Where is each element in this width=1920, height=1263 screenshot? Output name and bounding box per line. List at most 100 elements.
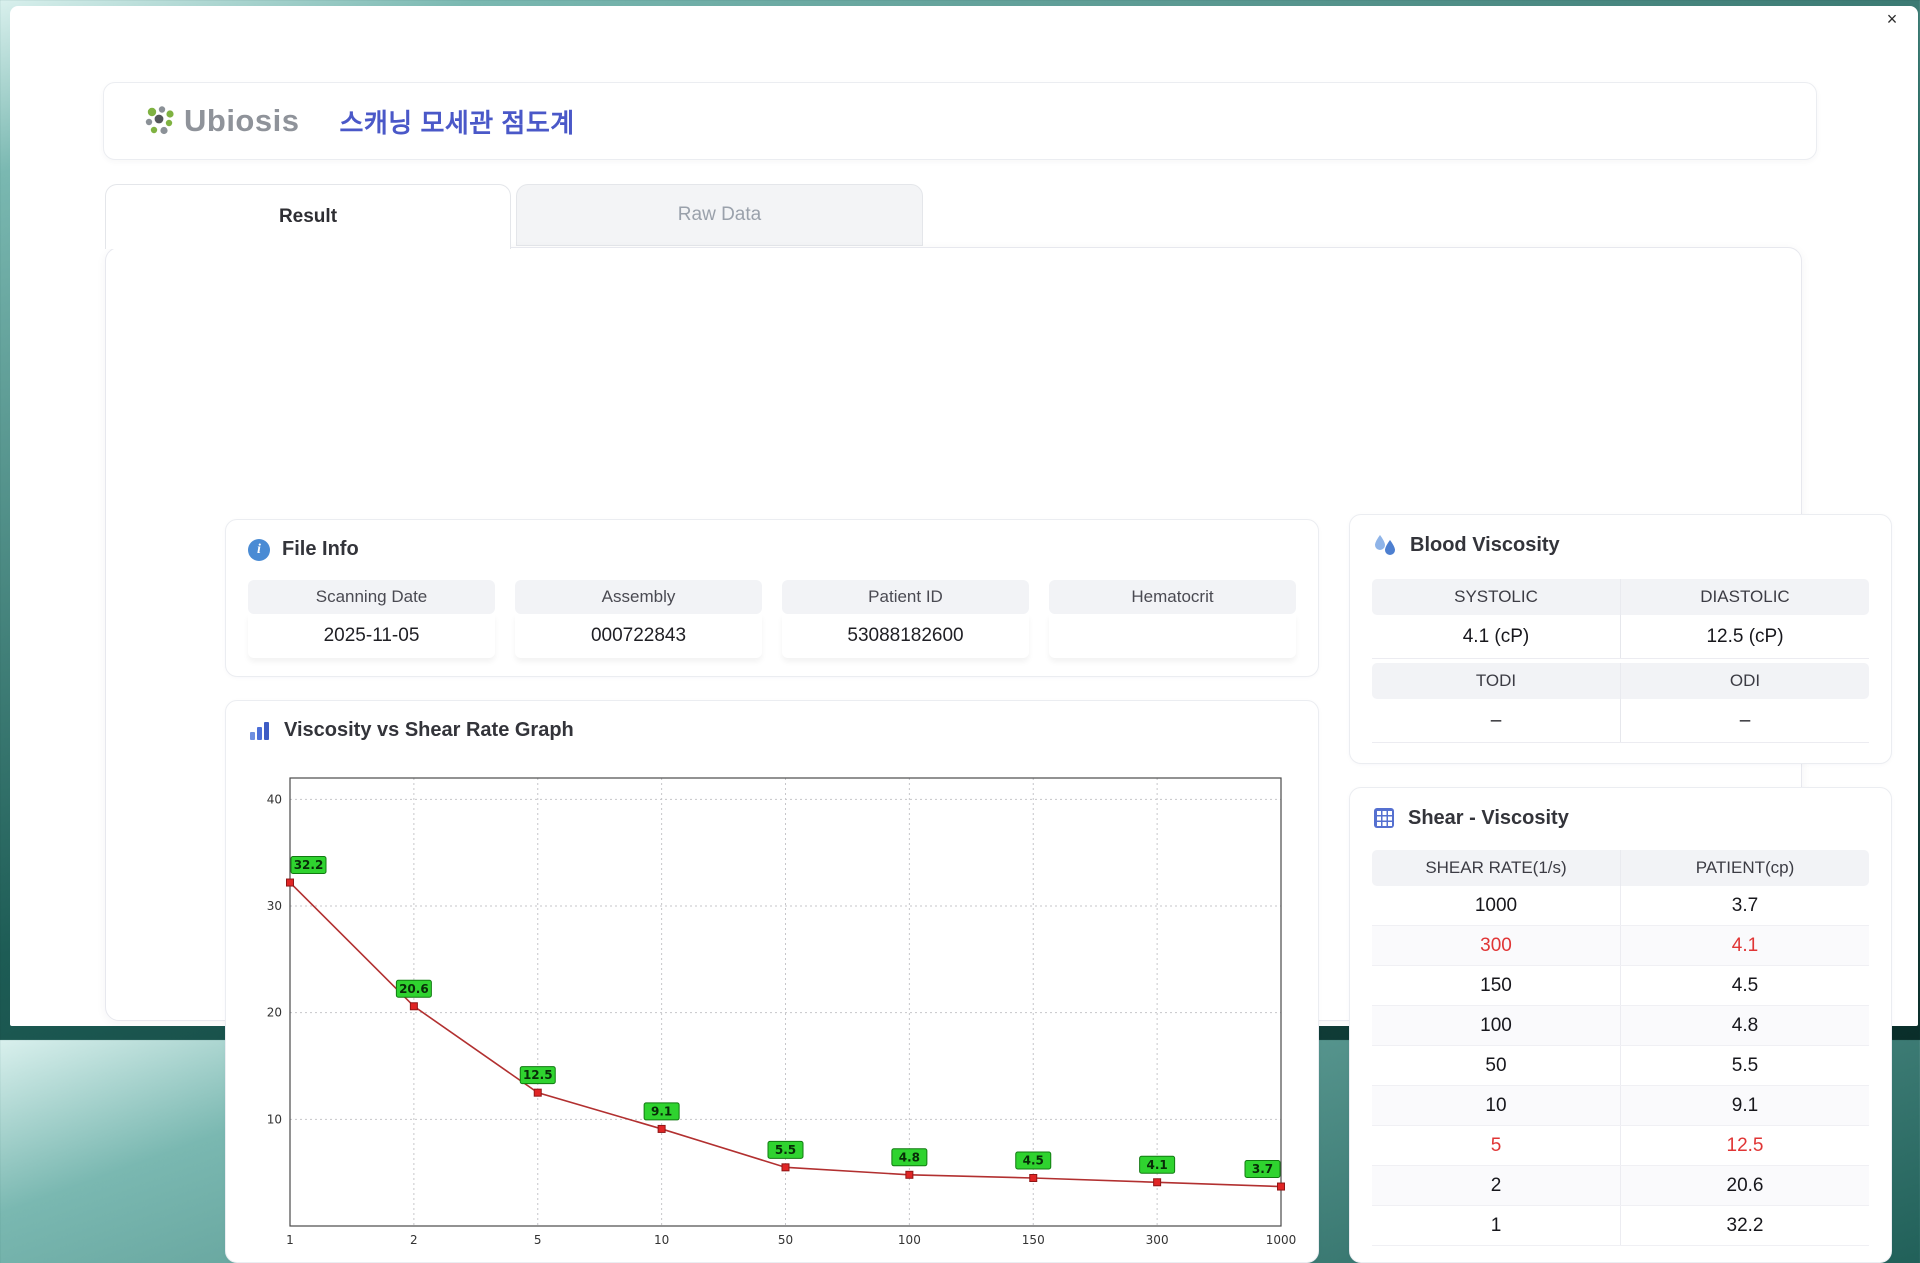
blood-viscosity-card: Blood Viscosity SYSTOLIC DIASTOLIC 4.1 (cP… bbox=[1349, 514, 1892, 764]
bv-header-cell: TODI bbox=[1372, 663, 1621, 699]
field-value: 53088182600 bbox=[782, 614, 1029, 658]
graph-title: Viscosity vs Shear Rate Graph bbox=[248, 719, 574, 742]
svg-text:40: 40 bbox=[267, 792, 282, 806]
svg-text:9.1: 9.1 bbox=[651, 1104, 672, 1118]
patient-viscosity-cell: 4.8 bbox=[1731, 1015, 1759, 1036]
bar-chart-icon bbox=[250, 721, 269, 740]
shear-rate-cell: 5 bbox=[1372, 1126, 1621, 1165]
shear-rate-cell: 150 bbox=[1372, 966, 1621, 1005]
file-info-field: Patient ID 53088182600 bbox=[782, 580, 1029, 658]
svg-text:32.2: 32.2 bbox=[294, 858, 324, 872]
bv-value-cell: – bbox=[1372, 699, 1621, 742]
shear-table-row: 150 4.5 bbox=[1372, 966, 1869, 1006]
svg-text:20: 20 bbox=[267, 1006, 282, 1020]
patient-viscosity-cell: 5.5 bbox=[1731, 1055, 1759, 1076]
patient-viscosity-cell: 9.1 bbox=[1731, 1095, 1759, 1116]
shear-table-row: 1000 3.7 bbox=[1372, 886, 1869, 926]
shear-rate-column-header: SHEAR RATE(1/s) bbox=[1372, 850, 1621, 886]
svg-text:300: 300 bbox=[1146, 1233, 1169, 1247]
shear-viscosity-title-text: Shear - Viscosity bbox=[1408, 806, 1569, 829]
field-label: Assembly bbox=[515, 580, 762, 614]
tab-raw-data[interactable]: Raw Data bbox=[516, 184, 923, 246]
patient-viscosity-cell: 20.6 bbox=[1726, 1175, 1764, 1196]
file-info-card: i File Info Scanning Date 2025-11-05 Assem… bbox=[225, 519, 1319, 677]
shear-table-header: SHEAR RATE(1/s) PATIENT(cp) bbox=[1372, 850, 1869, 886]
svg-text:10: 10 bbox=[267, 1112, 282, 1126]
logo-text: Ubiosis bbox=[184, 103, 300, 138]
bv-value-cell: 12.5 (cP) bbox=[1706, 626, 1784, 647]
svg-text:5.5: 5.5 bbox=[775, 1143, 796, 1157]
ubiosis-logo: Ubiosis bbox=[142, 103, 299, 139]
file-info-title-text: File Info bbox=[282, 538, 359, 560]
bv-header-cell: ODI bbox=[1729, 671, 1761, 690]
chart-svg: 10 20 30 40 1 2 5 10 50 100 150 300 1000 32.2 20.6 12.5… bbox=[267, 777, 1297, 1247]
svg-text:50: 50 bbox=[778, 1233, 793, 1247]
svg-text:100: 100 bbox=[898, 1233, 921, 1247]
shear-table-row: 50 5.5 bbox=[1372, 1046, 1869, 1086]
info-icon: i bbox=[248, 538, 270, 561]
blood-viscosity-title-text: Blood Viscosity bbox=[1410, 533, 1560, 556]
blood-viscosity-table: SYSTOLIC DIASTOLIC 4.1 (cP) 12.5 (cP) TODI OD… bbox=[1372, 575, 1869, 743]
shear-table-row: 2 20.6 bbox=[1372, 1166, 1869, 1206]
bv-value-cell: – bbox=[1739, 710, 1751, 731]
shear-rate-cell: 10 bbox=[1372, 1086, 1621, 1125]
file-info-field: Assembly 000722843 bbox=[515, 580, 762, 658]
bv-value-row: 4.1 (cP) 12.5 (cP) bbox=[1372, 615, 1869, 659]
viscosity-chart: 10 20 30 40 1 2 5 10 50 100 150 300 1000 32.2 20.6 12.5… bbox=[250, 756, 1306, 1261]
patient-viscosity-cell: 4.1 bbox=[1731, 935, 1759, 956]
app-window: × Ubiosis 스캐닝 모세관 점도계 Result Raw Data i bbox=[10, 6, 1918, 1263]
patient-viscosity-cell: 32.2 bbox=[1726, 1215, 1764, 1236]
bv-header-row: SYSTOLIC DIASTOLIC bbox=[1372, 579, 1869, 615]
page-title: 스캐닝 모세관 점도계 bbox=[339, 107, 575, 138]
shear-rate-cell: 2 bbox=[1372, 1166, 1621, 1205]
shear-table-row: 5 12.5 bbox=[1372, 1126, 1869, 1166]
shear-rate-cell: 300 bbox=[1372, 926, 1621, 965]
patient-viscosity-cell: 3.7 bbox=[1731, 895, 1759, 916]
field-label: Patient ID bbox=[782, 580, 1029, 614]
field-value bbox=[1049, 614, 1296, 658]
bv-header-cell: DIASTOLIC bbox=[1700, 587, 1790, 606]
svg-text:4.8: 4.8 bbox=[899, 1150, 920, 1164]
shear-table-row: 300 4.1 bbox=[1372, 926, 1869, 966]
grid-table-icon bbox=[1374, 808, 1394, 828]
svg-text:30: 30 bbox=[267, 899, 282, 913]
file-info-fields: Scanning Date 2025-11-05 Assembly 000722843… bbox=[248, 580, 1296, 658]
svg-text:10: 10 bbox=[654, 1233, 669, 1247]
droplets-icon bbox=[1375, 535, 1395, 555]
svg-text:1: 1 bbox=[286, 1233, 294, 1247]
shear-rate-cell: 100 bbox=[1372, 1006, 1621, 1045]
shear-table-rows: 1000 3.7 300 4.1 150 4.5 100 4.8 50 5.5 10 9.1 5 12.5… bbox=[1372, 886, 1869, 1246]
svg-text:3.7: 3.7 bbox=[1252, 1162, 1273, 1176]
bv-value-cell: 4.1 (cP) bbox=[1372, 615, 1621, 658]
bv-value-row: – – bbox=[1372, 699, 1869, 743]
patient-viscosity-cell: 12.5 bbox=[1726, 1135, 1764, 1156]
shear-rate-cell: 1 bbox=[1372, 1206, 1621, 1245]
patient-viscosity-cell: 4.5 bbox=[1731, 975, 1759, 996]
shear-viscosity-card: Shear - Viscosity SHEAR RATE(1/s) PATIEN… bbox=[1349, 787, 1892, 1263]
svg-text:20.6: 20.6 bbox=[399, 982, 429, 996]
shear-table-row: 100 4.8 bbox=[1372, 1006, 1869, 1046]
file-info-title: i File Info bbox=[248, 538, 359, 561]
tab-result[interactable]: Result bbox=[105, 184, 511, 249]
shear-table-row: 1 32.2 bbox=[1372, 1206, 1869, 1246]
file-info-field: Scanning Date 2025-11-05 bbox=[248, 580, 495, 658]
header-card: Ubiosis 스캐닝 모세관 점도계 bbox=[103, 82, 1817, 160]
svg-text:5: 5 bbox=[534, 1233, 542, 1247]
patient-column-header: PATIENT(cp) bbox=[1695, 858, 1795, 877]
svg-text:150: 150 bbox=[1022, 1233, 1045, 1247]
svg-text:12.5: 12.5 bbox=[523, 1068, 553, 1082]
shear-rate-cell: 50 bbox=[1372, 1046, 1621, 1085]
svg-text:4.5: 4.5 bbox=[1023, 1154, 1044, 1168]
bv-header-row: TODI ODI bbox=[1372, 663, 1869, 699]
shear-table-row: 10 9.1 bbox=[1372, 1086, 1869, 1126]
blood-viscosity-title: Blood Viscosity bbox=[1372, 533, 1560, 557]
field-value: 2025-11-05 bbox=[248, 614, 495, 658]
svg-text:4.1: 4.1 bbox=[1146, 1158, 1167, 1172]
close-button[interactable]: × bbox=[1880, 8, 1904, 30]
svg-text:2: 2 bbox=[410, 1233, 418, 1247]
bv-header-cell: SYSTOLIC bbox=[1372, 579, 1621, 615]
svg-text:1000: 1000 bbox=[1266, 1233, 1297, 1247]
graph-card: Viscosity vs Shear Rate Graph 10 20 30 40 1 2… bbox=[225, 700, 1319, 1263]
field-label: Hematocrit bbox=[1049, 580, 1296, 614]
shear-table: SHEAR RATE(1/s) PATIENT(cp) 1000 3.7 300 4.… bbox=[1372, 850, 1869, 1246]
